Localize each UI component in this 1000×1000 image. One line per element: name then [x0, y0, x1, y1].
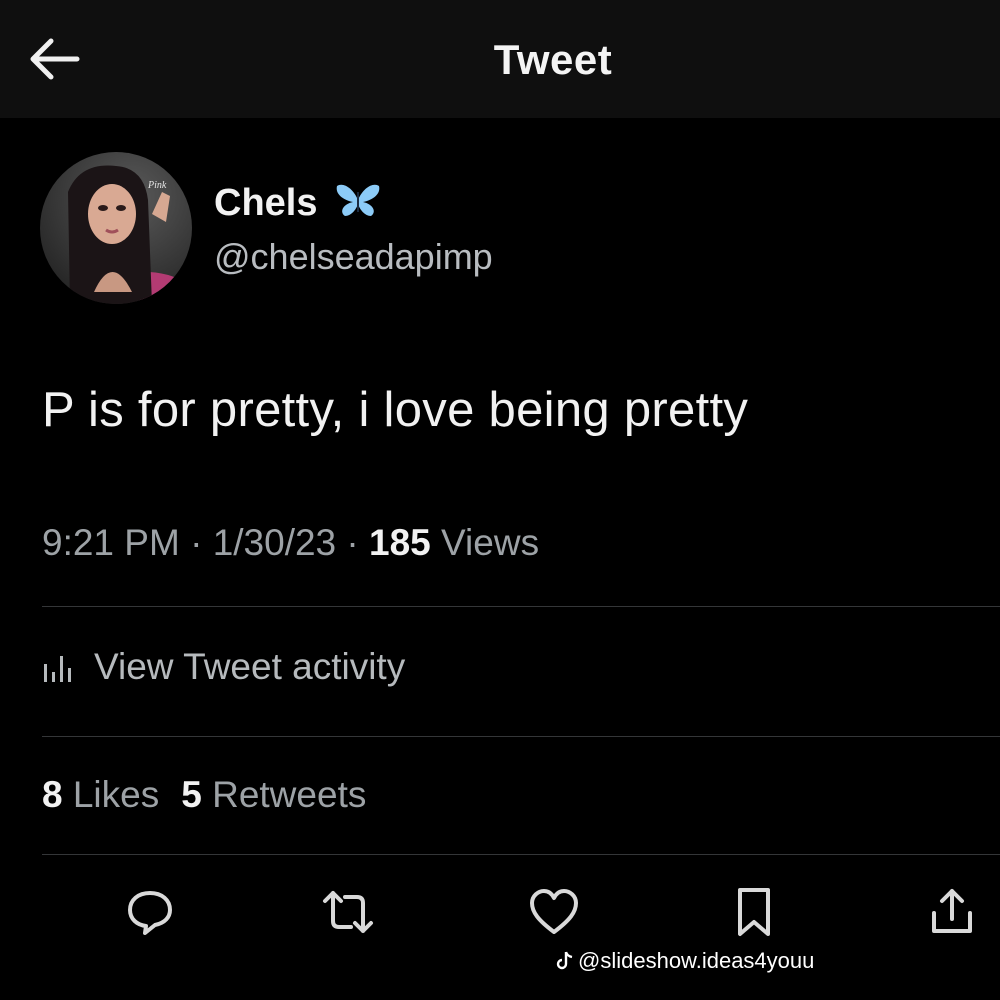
author-handle[interactable]: @chelseadapimp	[214, 236, 493, 278]
tweet-stats: 8 Likes 5 Retweets	[42, 774, 366, 816]
bookmark-button[interactable]	[722, 880, 786, 944]
tweet-meta: 9:21 PM · 1/30/23 · 185 Views	[42, 522, 539, 564]
avatar[interactable]: Pink	[40, 152, 192, 304]
watermark: @slideshow.ideas4youu	[556, 948, 814, 974]
retweet-icon	[323, 891, 373, 933]
share-button[interactable]	[920, 880, 984, 944]
retweets-stat[interactable]: 5 Retweets	[181, 774, 366, 815]
reply-icon	[128, 891, 172, 935]
butterfly-icon	[335, 182, 381, 228]
views-count: 185	[369, 522, 431, 563]
bookmark-icon	[738, 888, 770, 936]
bar-chart-icon	[44, 656, 71, 682]
heart-icon	[530, 889, 578, 934]
view-tweet-activity-link[interactable]: View Tweet activity	[42, 646, 405, 688]
divider	[42, 736, 1000, 737]
retweet-button[interactable]	[316, 880, 380, 944]
author-display-name-row[interactable]: Chels	[214, 178, 381, 228]
action-bar	[0, 880, 1000, 960]
activity-label: View Tweet activity	[94, 646, 406, 687]
retweets-label: Retweets	[212, 774, 367, 815]
views-label: Views	[441, 522, 540, 563]
page-title: Tweet	[493, 36, 613, 83]
tweet-text: P is for pretty, i love being pretty	[42, 383, 749, 437]
share-icon	[932, 889, 972, 933]
divider	[42, 854, 1000, 855]
likes-label: Likes	[72, 774, 160, 815]
likes-count: 8	[42, 774, 63, 815]
top-bar: Tweet	[0, 0, 1000, 118]
svg-text:Pink: Pink	[147, 180, 167, 191]
divider	[42, 606, 1000, 607]
reply-button[interactable]	[118, 880, 182, 944]
meta-separator: ·	[346, 522, 359, 563]
tweet-date[interactable]: 1/30/23	[213, 522, 336, 563]
tweet-time[interactable]: 9:21 PM	[42, 522, 180, 563]
meta-separator: ·	[190, 522, 203, 563]
retweets-count: 5	[181, 774, 202, 815]
watermark-text: @slideshow.ideas4youu	[578, 948, 815, 973]
like-button[interactable]	[522, 880, 586, 944]
tiktok-icon	[556, 951, 573, 970]
author-display-name: Chels	[214, 181, 318, 224]
likes-stat[interactable]: 8 Likes	[42, 774, 159, 815]
